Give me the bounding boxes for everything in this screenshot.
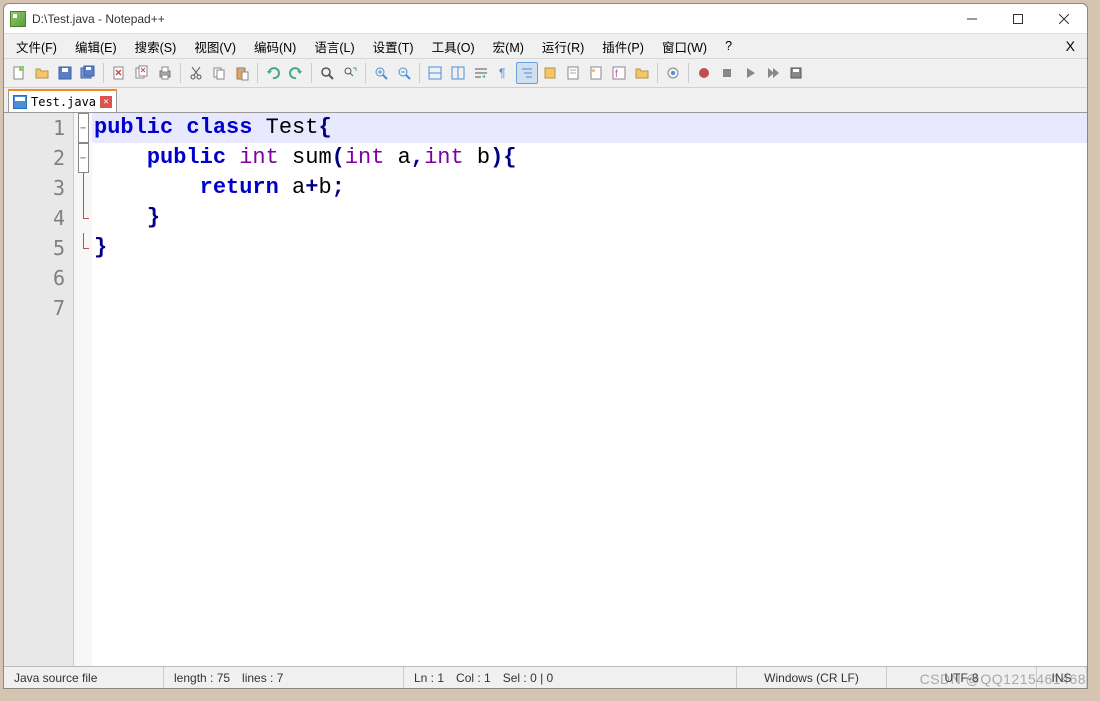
separator xyxy=(688,63,689,83)
menu-file[interactable]: 文件(F) xyxy=(8,35,65,58)
status-col: Col : 1 xyxy=(456,671,491,685)
app-window: D:\Test.java - Notepad++ 文件(F) 编辑(E) 搜索(… xyxy=(3,3,1088,689)
func-list-icon[interactable]: f xyxy=(608,62,630,84)
menu-tools[interactable]: 工具(O) xyxy=(424,35,483,58)
window-title: D:\Test.java - Notepad++ xyxy=(32,12,949,26)
copy-icon[interactable] xyxy=(208,62,230,84)
svg-text:¶: ¶ xyxy=(499,66,505,80)
fold-margin[interactable]: −− xyxy=(74,113,92,666)
record-macro-icon[interactable] xyxy=(693,62,715,84)
menu-language[interactable]: 语言(L) xyxy=(306,35,362,58)
status-length: length : 75 xyxy=(174,671,230,685)
zoom-in-icon[interactable] xyxy=(370,62,392,84)
status-mode: INS xyxy=(1051,671,1071,685)
maximize-button[interactable] xyxy=(995,4,1041,34)
tab-close-icon[interactable]: ✕ xyxy=(100,96,112,108)
status-lines: lines : 7 xyxy=(242,671,283,685)
show-all-chars-icon[interactable]: ¶ xyxy=(493,62,515,84)
redo-icon[interactable] xyxy=(285,62,307,84)
separator xyxy=(419,63,420,83)
open-file-icon[interactable] xyxy=(31,62,53,84)
menu-run[interactable]: 运行(R) xyxy=(534,35,592,58)
menu-window[interactable]: 窗口(W) xyxy=(654,35,715,58)
udl-icon[interactable] xyxy=(539,62,561,84)
sync-h-icon[interactable] xyxy=(447,62,469,84)
undo-icon[interactable] xyxy=(262,62,284,84)
cut-icon[interactable] xyxy=(185,62,207,84)
sync-v-icon[interactable] xyxy=(424,62,446,84)
play-multi-icon[interactable] xyxy=(762,62,784,84)
save-icon[interactable] xyxy=(54,62,76,84)
stop-macro-icon[interactable] xyxy=(716,62,738,84)
close-file-icon[interactable] xyxy=(108,62,130,84)
document-tabbar: Test.java ✕ xyxy=(4,88,1087,112)
line-number-gutter: 1234567 xyxy=(4,113,74,666)
menu-search[interactable]: 搜索(S) xyxy=(127,35,185,58)
close-button[interactable] xyxy=(1041,4,1087,34)
zoom-out-icon[interactable] xyxy=(393,62,415,84)
mdi-close-button[interactable]: X xyxy=(1058,38,1083,54)
menu-edit[interactable]: 编辑(E) xyxy=(67,35,125,58)
play-macro-icon[interactable] xyxy=(739,62,761,84)
fold-toggle-icon[interactable]: − xyxy=(78,113,89,143)
tab-label: Test.java xyxy=(31,95,96,109)
menu-settings[interactable]: 设置(T) xyxy=(365,35,422,58)
save-all-icon[interactable] xyxy=(77,62,99,84)
separator xyxy=(311,63,312,83)
minimize-button[interactable] xyxy=(949,4,995,34)
app-icon xyxy=(10,11,26,27)
document-tab[interactable]: Test.java ✕ xyxy=(8,90,117,112)
file-icon xyxy=(13,95,27,109)
menu-view[interactable]: 视图(V) xyxy=(186,35,244,58)
editor[interactable]: 1234567 −− public class Test{ public int… xyxy=(4,112,1087,666)
menu-plugins[interactable]: 插件(P) xyxy=(594,35,652,58)
new-file-icon[interactable] xyxy=(8,62,30,84)
status-ln: Ln : 1 xyxy=(414,671,444,685)
separator xyxy=(657,63,658,83)
status-encoding: UTF-8 xyxy=(945,671,979,685)
close-all-icon[interactable] xyxy=(131,62,153,84)
menu-encoding[interactable]: 编码(N) xyxy=(246,35,304,58)
monitor-icon[interactable] xyxy=(662,62,684,84)
fold-toggle-icon[interactable]: − xyxy=(78,143,89,173)
toolbar: ¶ f xyxy=(4,58,1087,88)
separator xyxy=(180,63,181,83)
status-sel: Sel : 0 | 0 xyxy=(503,671,553,685)
svg-text:f: f xyxy=(615,69,618,80)
find-icon[interactable] xyxy=(316,62,338,84)
doc-map-icon[interactable] xyxy=(562,62,584,84)
folder-panel-icon[interactable] xyxy=(631,62,653,84)
menubar: 文件(F) 编辑(E) 搜索(S) 视图(V) 编码(N) 语言(L) 设置(T… xyxy=(4,34,1087,58)
separator xyxy=(103,63,104,83)
paste-icon[interactable] xyxy=(231,62,253,84)
statusbar: Java source file length : 75 lines : 7 L… xyxy=(4,666,1087,688)
save-macro-icon[interactable] xyxy=(785,62,807,84)
menu-macro[interactable]: 宏(M) xyxy=(485,35,532,58)
print-icon[interactable] xyxy=(154,62,176,84)
separator xyxy=(257,63,258,83)
status-eol: Windows (CR LF) xyxy=(764,671,859,685)
titlebar: D:\Test.java - Notepad++ xyxy=(4,4,1087,34)
wrap-icon[interactable] xyxy=(470,62,492,84)
replace-icon[interactable] xyxy=(339,62,361,84)
status-filetype: Java source file xyxy=(14,671,97,685)
separator xyxy=(365,63,366,83)
doc-list-icon[interactable] xyxy=(585,62,607,84)
menu-help[interactable]: ? xyxy=(717,37,740,55)
indent-guide-icon[interactable] xyxy=(516,62,538,84)
code-area[interactable]: public class Test{ public int sum(int a,… xyxy=(92,113,1087,666)
